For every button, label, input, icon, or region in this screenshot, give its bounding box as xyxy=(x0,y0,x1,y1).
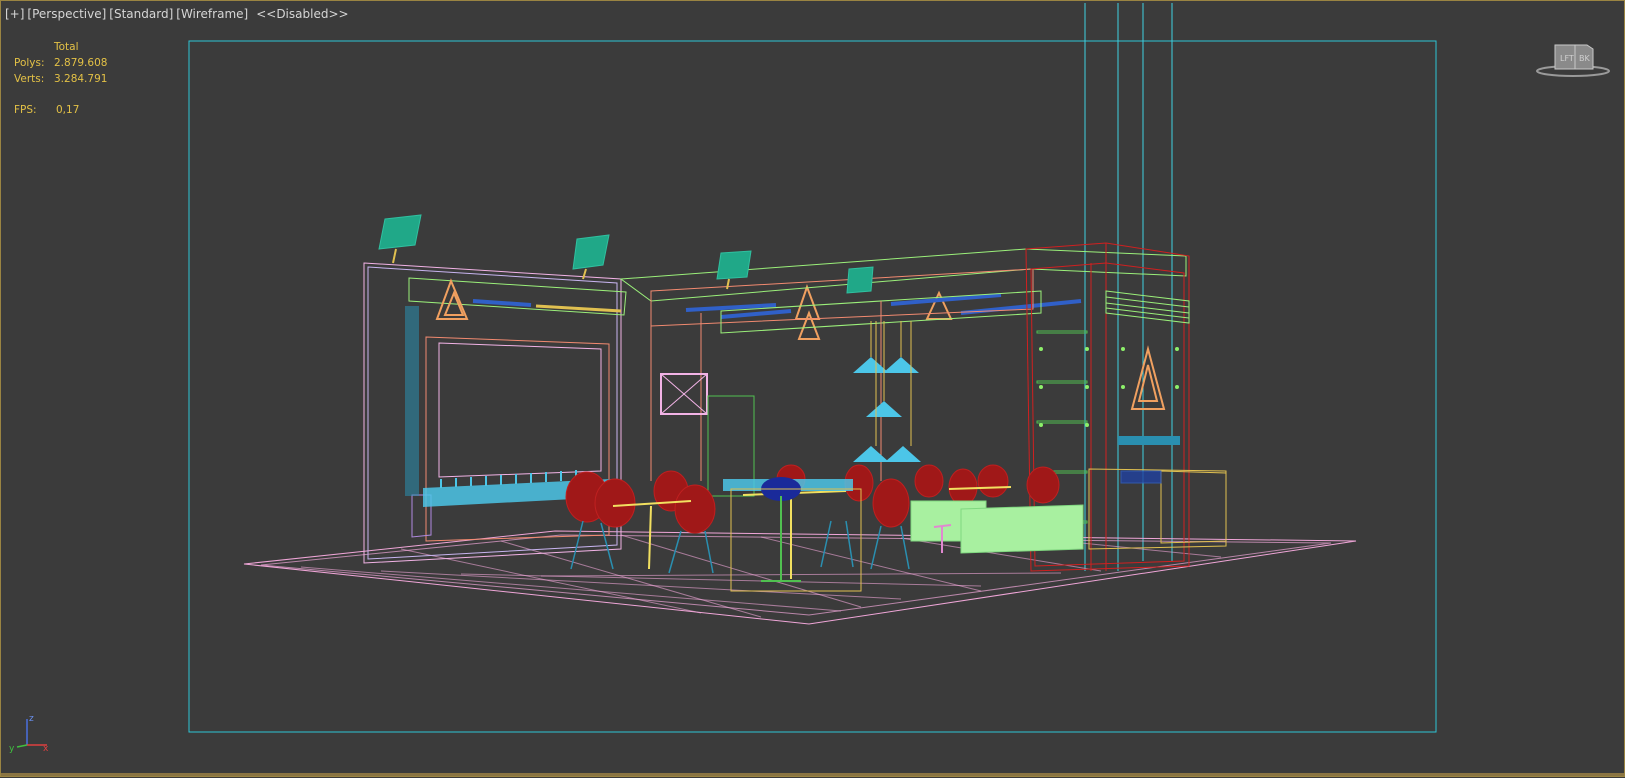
center-stand xyxy=(730,488,862,592)
lamp-wires xyxy=(870,321,912,446)
viewport-display-mode[interactable]: [Wireframe] xyxy=(176,7,248,21)
verts-value: 3.284.791 xyxy=(54,73,108,85)
viewcube-back-face: BK xyxy=(1579,54,1590,63)
viewport-shading-standard[interactable]: [Standard] xyxy=(109,7,173,21)
polys-label: Polys: xyxy=(14,57,45,69)
wireframe-scene[interactable] xyxy=(1,1,1625,778)
axis-tripod-icon: z y x xyxy=(7,713,53,754)
statistics-panel: Total Polys: 2.879.608 Verts: 3.284.791 … xyxy=(14,39,107,118)
chair-legs xyxy=(570,520,910,574)
viewport-bottom-border xyxy=(1,773,1624,776)
viewport-label-menu: [+] [Perspective] [Standard] [Wireframe]… xyxy=(5,7,349,21)
verts-label: Verts: xyxy=(14,73,45,85)
stats-header: Total xyxy=(54,41,79,53)
viewcube-left-face: LFT xyxy=(1560,54,1574,63)
right-shelf-unit xyxy=(1088,468,1227,550)
polys-row: Polys: 2.879.608 xyxy=(14,55,107,71)
beam-stripes xyxy=(472,293,1082,319)
axis-y-label: y xyxy=(9,744,15,753)
viewport-disabled-status[interactable]: <<Disabled>> xyxy=(256,7,348,21)
viewport-point-of-view[interactable]: [Perspective] xyxy=(27,7,106,21)
fps-value: 0,17 xyxy=(56,104,80,116)
safe-frame xyxy=(188,40,1437,733)
perspective-viewport[interactable]: [+] [Perspective] [Standard] [Wireframe]… xyxy=(0,0,1625,777)
viewport-menu-plus[interactable]: [+] xyxy=(5,7,24,21)
logo-marks xyxy=(435,278,1166,410)
axis-z-label: z xyxy=(29,714,34,724)
fps-row: FPS: 0,17 xyxy=(14,102,107,118)
axis-x-label: x xyxy=(43,744,49,753)
viewcube-icon[interactable]: LFT BK xyxy=(1535,39,1611,79)
vertical-guide-lines xyxy=(1084,3,1173,571)
polys-value: 2.879.608 xyxy=(54,57,108,69)
fps-label: FPS: xyxy=(14,104,37,116)
right-blue-sign xyxy=(1118,436,1180,445)
verts-row: Verts: 3.284.791 xyxy=(14,71,107,87)
